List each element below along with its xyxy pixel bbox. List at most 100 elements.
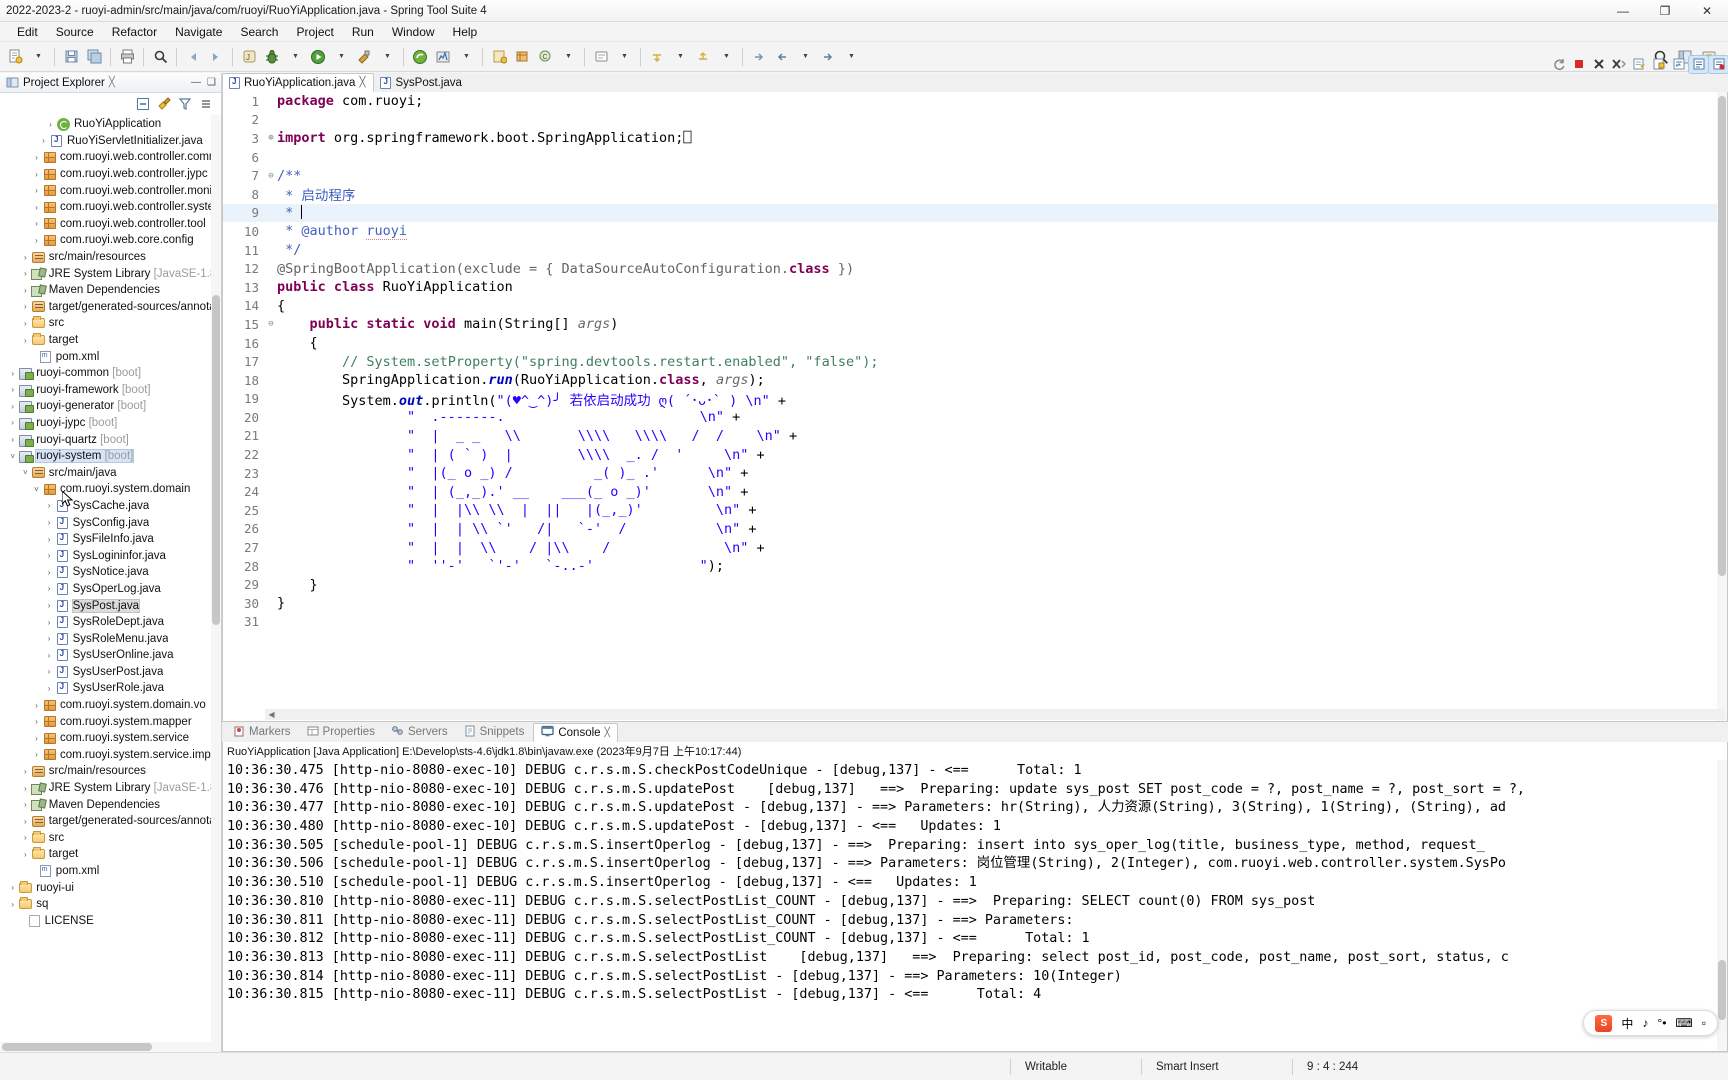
chevron-right-icon[interactable]: › <box>7 435 18 444</box>
open-task-icon[interactable] <box>590 46 612 68</box>
chevron-right-icon[interactable]: › <box>20 800 31 809</box>
chevron-right-icon[interactable]: › <box>44 684 55 693</box>
remove-launch-icon[interactable] <box>1589 56 1608 73</box>
tree-item[interactable]: › src <box>0 830 221 847</box>
menu-item-run[interactable]: Run <box>343 23 383 41</box>
forward-history-icon[interactable] <box>817 46 839 68</box>
tree-item[interactable]: › SysRoleDept.java <box>0 614 221 631</box>
code-line[interactable]: 20 " .-------. \n" + <box>223 408 1727 427</box>
save-all-icon[interactable] <box>83 46 105 68</box>
tree-item[interactable]: › ruoyi-common [boot] <box>0 365 221 382</box>
code-line[interactable]: 21 " | _ _ \\ \\\\ \\\\ / / \n" + <box>223 427 1727 446</box>
close-button[interactable]: ✕ <box>1686 0 1728 22</box>
new-wizard-icon[interactable] <box>4 46 26 68</box>
code-line[interactable]: 9 * <box>223 203 1727 223</box>
debug-dropdown-icon[interactable]: ▼ <box>284 46 306 68</box>
menu-item-search[interactable]: Search <box>231 23 287 41</box>
chevron-right-icon[interactable]: › <box>20 850 31 859</box>
ime-music-icon[interactable]: ♪ <box>1642 1016 1648 1030</box>
fold-toggle-icon[interactable]: ⊖ <box>265 171 277 181</box>
tree-item[interactable]: › SysCache.java <box>0 498 221 515</box>
open-type-icon[interactable]: J <box>238 46 260 68</box>
tree-item[interactable]: › src/main/resources <box>0 763 221 780</box>
tree-item[interactable]: › SysRoleMenu.java <box>0 630 221 647</box>
chevron-right-icon[interactable]: › <box>20 336 31 345</box>
view-filter-icon[interactable] <box>177 97 192 112</box>
fold-toggle-icon[interactable]: ⊕ <box>265 133 277 143</box>
search-toolbar-icon[interactable] <box>149 46 171 68</box>
chevron-right-icon[interactable]: › <box>31 750 42 759</box>
tree-item[interactable]: › target/generated-sources/annota <box>0 813 221 830</box>
display-selected-console-icon[interactable] <box>1688 54 1709 74</box>
menu-item-source[interactable]: Source <box>47 23 103 41</box>
chevron-right-icon[interactable]: › <box>38 136 49 145</box>
save-icon[interactable] <box>60 46 82 68</box>
menu-item-edit[interactable]: Edit <box>8 23 47 41</box>
chevron-right-icon[interactable]: › <box>7 418 18 427</box>
chevron-right-icon[interactable]: › <box>7 369 18 378</box>
tree-item[interactable]: › Maven Dependencies <box>0 796 221 813</box>
new-class-icon[interactable]: C <box>534 46 556 68</box>
tree-item[interactable]: › com.ruoyi.web.core.config <box>0 232 221 249</box>
maximize-button[interactable]: ❐ <box>1644 0 1686 22</box>
code-line[interactable]: 29 } <box>223 575 1727 594</box>
tree-item[interactable]: › ruoyi-jypc [boot] <box>0 415 221 432</box>
chevron-right-icon[interactable]: › <box>20 286 31 295</box>
task-dropdown-icon[interactable]: ▼ <box>613 46 635 68</box>
code-line[interactable]: 19 System.out.println("(♥^‿^)╯ 若依启动成功 ღ(… <box>223 390 1727 409</box>
new-class-dropdown-icon[interactable]: ▼ <box>557 46 579 68</box>
code-line[interactable]: 10 * @author ruoyi <box>223 222 1727 241</box>
back-history-icon[interactable] <box>771 46 793 68</box>
word-wrap-icon[interactable] <box>1669 56 1688 73</box>
code-lines[interactable]: 1 package com.ruoyi; 2 3 ⊕ import org.springf… <box>223 92 1727 721</box>
code-line[interactable]: 15 ⊖ public static void main(String[] arg… <box>223 315 1727 334</box>
tree-item[interactable]: › ruoyi-generator [boot] <box>0 398 221 415</box>
editor-vertical-scrollbar[interactable] <box>1717 92 1727 721</box>
chevron-right-icon[interactable]: › <box>7 385 18 394</box>
tree-item[interactable]: › SysFileInfo.java <box>0 531 221 548</box>
tree-item[interactable]: › com.ruoyi.web.controller.comm <box>0 149 221 166</box>
tree-item[interactable]: › com.ruoyi.system.service.impl <box>0 747 221 764</box>
tree-vertical-scrollbar[interactable] <box>211 115 221 1052</box>
remove-all-terminated-icon[interactable] <box>1609 56 1628 73</box>
tree-item[interactable]: › JRE System Library [JavaSE-1.8] <box>0 780 221 797</box>
tree-item[interactable]: LICENSE <box>0 913 221 930</box>
chevron-right-icon[interactable]: › <box>45 120 56 129</box>
chevron-right-icon[interactable]: › <box>20 767 31 776</box>
ime-keyboard-icon[interactable]: ⌨ <box>1675 1016 1692 1030</box>
close-icon[interactable]: ╳ <box>359 77 365 88</box>
chevron-right-icon[interactable]: › <box>7 402 18 411</box>
menu-item-window[interactable]: Window <box>383 23 444 41</box>
chevron-right-icon[interactable]: › <box>44 551 55 560</box>
code-editor[interactable]: 1 package com.ruoyi; 2 3 ⊕ import org.springf… <box>222 92 1728 722</box>
console-tab-properties[interactable]: Properties <box>300 723 382 742</box>
chevron-right-icon[interactable]: › <box>20 817 31 826</box>
prev-annotation-dropdown-icon[interactable]: ▼ <box>715 46 737 68</box>
tree-item[interactable]: ˅ ruoyi-system [boot] <box>0 448 221 465</box>
code-line[interactable]: 22 " | ( ` ) | \\\\ _. / ' \n" + <box>223 445 1727 464</box>
project-explorer-tab[interactable]: Project Explorer ╳ — ❑ <box>0 73 221 93</box>
code-line[interactable]: 26 " | | \\ `' /| `-' / \n" + <box>223 520 1727 539</box>
code-line[interactable]: 12 @SpringBootApplication(exclude = { Dat… <box>223 259 1727 278</box>
code-line[interactable]: 24 " | (_,_).' __ ___(_ o _)' \n" + <box>223 482 1727 501</box>
chevron-right-icon[interactable]: › <box>31 717 42 726</box>
code-line[interactable]: 28 " ''-' `'-' `-..-' "); <box>223 557 1727 576</box>
menu-item-help[interactable]: Help <box>444 23 487 41</box>
tree-item[interactable]: › target <box>0 332 221 349</box>
forward-icon[interactable] <box>205 46 227 68</box>
menu-item-project[interactable]: Project <box>287 23 342 41</box>
view-maximize-icon[interactable]: ❑ <box>207 77 216 88</box>
collapse-all-icon[interactable] <box>135 97 150 112</box>
code-line[interactable]: 6 <box>223 148 1727 167</box>
code-line[interactable]: 16 { <box>223 334 1727 353</box>
tree-item[interactable]: › SysOperLog.java <box>0 581 221 598</box>
ime-language-toggle[interactable]: 中 <box>1621 1015 1633 1032</box>
code-line[interactable]: 18 SpringApplication.run(RuoYiApplicatio… <box>223 371 1727 390</box>
last-edit-location-icon[interactable] <box>748 46 770 68</box>
tree-item[interactable]: › com.ruoyi.system.mapper <box>0 713 221 730</box>
chevron-right-icon[interactable]: › <box>44 501 55 510</box>
console-tab-console[interactable]: Console ╳ <box>533 722 618 742</box>
editor-tab-ruoyiapplication[interactable]: RuoYiApplication.java ╳ <box>222 73 375 92</box>
tree-item[interactable]: pom.xml <box>0 863 221 880</box>
tree-item[interactable]: › com.ruoyi.system.service <box>0 730 221 747</box>
